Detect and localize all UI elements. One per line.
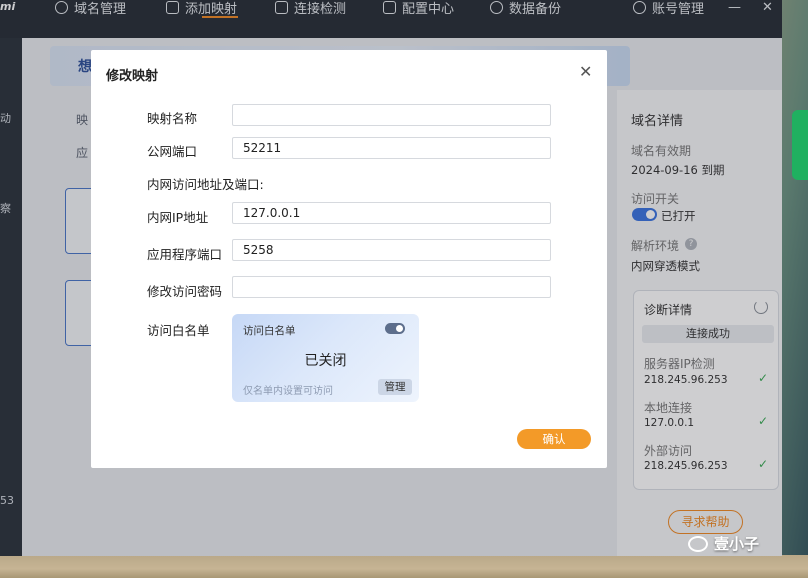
confirm-button[interactable]: 确认 (517, 429, 591, 449)
edit-mapping-dialog: 修改映射 ✕ 映射名称 公网端口 内网访问地址及端口: 内网IP地址 应用程序端… (91, 50, 607, 468)
access-password-input[interactable] (232, 276, 551, 298)
mapping-name-label: 映射名称 (147, 111, 198, 126)
watermark: 壹小子 (688, 533, 759, 554)
app-window: mi 域名管理 添加映射 连接检测 配置中心 数据备份 账号管理 — ✕ 动 察… (0, 0, 782, 556)
whitelist-hint: 仅名单内设置可访问 (243, 386, 333, 397)
dialog-close-icon[interactable]: ✕ (579, 62, 592, 81)
dialog-title: 修改映射 (106, 69, 159, 84)
desktop-green-edge (792, 110, 808, 180)
public-port-input[interactable] (232, 137, 551, 159)
desktop-ground (0, 555, 808, 578)
whitelist-card-header: 访问白名单 (243, 325, 296, 337)
mapping-name-input[interactable] (232, 104, 551, 126)
public-port-label: 公网端口 (147, 144, 198, 159)
whitelist-label: 访问白名单 (147, 323, 210, 338)
intranet-ip-label: 内网IP地址 (147, 210, 209, 225)
watermark-text: 壹小子 (714, 535, 760, 553)
app-port-input[interactable] (232, 239, 551, 261)
whitelist-status: 已关闭 (304, 353, 347, 369)
whitelist-card: 访问白名单 已关闭 仅名单内设置可访问 管理 (232, 314, 419, 402)
intranet-ip-input[interactable] (232, 202, 551, 224)
wechat-icon (688, 535, 708, 552)
intranet-section-label: 内网访问地址及端口: (147, 177, 264, 192)
whitelist-manage-button[interactable]: 管理 (378, 379, 412, 395)
app-port-label: 应用程序端口 (147, 247, 223, 262)
whitelist-toggle[interactable] (385, 323, 405, 334)
access-password-label: 修改访问密码 (147, 284, 223, 299)
